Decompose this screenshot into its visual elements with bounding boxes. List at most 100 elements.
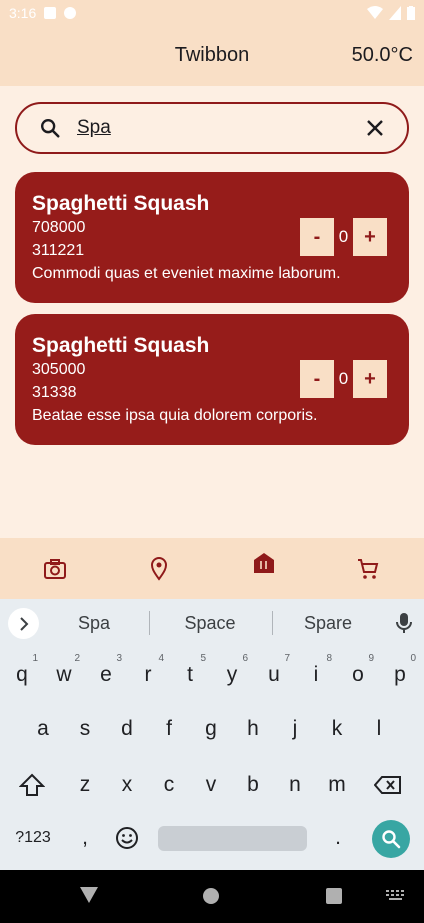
nav-restaurant[interactable] bbox=[249, 548, 279, 578]
product-card[interactable]: Spaghetti Squash 708000 311221 Commodi q… bbox=[15, 172, 409, 303]
suggestion-divider bbox=[272, 611, 273, 635]
nav-cart[interactable] bbox=[353, 554, 383, 584]
key-label: p bbox=[394, 663, 406, 686]
key-label: r bbox=[144, 663, 152, 686]
key-e[interactable]: e3 bbox=[88, 653, 124, 697]
key-d[interactable]: d bbox=[109, 707, 145, 751]
close-icon[interactable] bbox=[365, 118, 385, 138]
location-pin-icon bbox=[150, 557, 168, 581]
key-f[interactable]: f bbox=[151, 707, 187, 751]
key-u[interactable]: u7 bbox=[256, 653, 292, 697]
increment-button[interactable]: + bbox=[353, 218, 387, 256]
key-w[interactable]: w2 bbox=[46, 653, 82, 697]
temperature-readout: 50.0°C bbox=[351, 44, 413, 66]
key-g[interactable]: g bbox=[193, 707, 229, 751]
key-n[interactable]: n bbox=[277, 763, 313, 807]
product-title: Spaghetti Squash bbox=[32, 192, 210, 215]
suggestion[interactable]: Space bbox=[160, 613, 260, 634]
key-j[interactable]: j bbox=[277, 707, 313, 751]
signal-icon bbox=[389, 6, 401, 20]
key-label: t bbox=[187, 663, 193, 686]
key-hint: 9 bbox=[368, 653, 374, 664]
backspace-key[interactable] bbox=[370, 763, 406, 807]
key-hint: 4 bbox=[158, 653, 164, 664]
key-z[interactable]: z bbox=[67, 763, 103, 807]
key-m[interactable]: m bbox=[319, 763, 355, 807]
symbols-key[interactable]: ?123 bbox=[12, 816, 54, 860]
key-t[interactable]: t5 bbox=[172, 653, 208, 697]
nav-location[interactable] bbox=[144, 554, 174, 584]
period-key[interactable]: . bbox=[320, 816, 356, 860]
microphone-icon[interactable] bbox=[395, 612, 413, 634]
quantity-stepper: - 0 + bbox=[300, 218, 387, 256]
comma-key[interactable]: , bbox=[67, 816, 103, 860]
shift-icon bbox=[19, 773, 45, 796]
key-h[interactable]: h bbox=[235, 707, 271, 751]
key-hint: 6 bbox=[242, 653, 248, 664]
key-p[interactable]: p0 bbox=[382, 653, 418, 697]
chevron-right-icon bbox=[19, 616, 28, 631]
space-key[interactable] bbox=[158, 826, 307, 851]
key-label: q bbox=[16, 663, 28, 686]
suggestion[interactable]: Spare bbox=[278, 613, 378, 634]
suggestion-strip: Spa Space Spare bbox=[0, 599, 424, 647]
key-r[interactable]: r4 bbox=[130, 653, 166, 697]
key-a[interactable]: a bbox=[25, 707, 61, 751]
product-description: Commodi quas et eveniet maxime laborum. bbox=[32, 265, 341, 282]
search-bar[interactable] bbox=[15, 102, 409, 154]
expand-suggestions-button[interactable] bbox=[8, 608, 39, 639]
quantity-value: 0 bbox=[338, 369, 349, 388]
product-card[interactable]: Spaghetti Squash 305000 31338 Beatae ess… bbox=[15, 314, 409, 445]
search-icon bbox=[41, 119, 60, 138]
key-q[interactable]: q1 bbox=[4, 653, 40, 697]
search-input[interactable] bbox=[77, 117, 337, 139]
sd-card-icon bbox=[44, 7, 57, 19]
suggestion[interactable]: Spa bbox=[44, 613, 144, 634]
key-k[interactable]: k bbox=[319, 707, 355, 751]
product-description: Beatae esse ipsa quia dolorem corporis. bbox=[32, 407, 318, 424]
key-hint: 1 bbox=[32, 653, 38, 664]
key-hint: 2 bbox=[74, 653, 80, 664]
key-hint: 0 bbox=[410, 653, 416, 664]
back-icon[interactable] bbox=[80, 887, 98, 903]
key-s[interactable]: s bbox=[67, 707, 103, 751]
search-action-key[interactable] bbox=[372, 820, 410, 858]
decrement-button[interactable]: - bbox=[300, 218, 334, 256]
increment-button[interactable]: + bbox=[353, 360, 387, 398]
battery-icon bbox=[407, 6, 415, 20]
key-label: o bbox=[352, 663, 364, 686]
camera-icon bbox=[44, 559, 66, 579]
recents-icon[interactable] bbox=[326, 888, 342, 904]
key-hint: 5 bbox=[200, 653, 206, 664]
emoji-key[interactable] bbox=[109, 816, 145, 860]
key-x[interactable]: x bbox=[109, 763, 145, 807]
nav-camera[interactable] bbox=[40, 554, 70, 584]
keyboard-switch-icon[interactable] bbox=[386, 890, 406, 902]
key-b[interactable]: b bbox=[235, 763, 271, 807]
key-o[interactable]: o9 bbox=[340, 653, 376, 697]
search-icon bbox=[382, 830, 401, 849]
shift-key[interactable] bbox=[14, 763, 50, 807]
decrement-button[interactable]: - bbox=[300, 360, 334, 398]
emoji-icon bbox=[116, 827, 138, 849]
sync-icon bbox=[64, 7, 77, 19]
key-label: e bbox=[100, 663, 112, 686]
key-hint: 3 bbox=[116, 653, 122, 664]
key-hint: 8 bbox=[326, 653, 332, 664]
key-i[interactable]: i8 bbox=[298, 653, 334, 697]
product-title: Spaghetti Squash bbox=[32, 334, 210, 357]
key-c[interactable]: c bbox=[151, 763, 187, 807]
suggestion-divider bbox=[149, 611, 150, 635]
key-label: u bbox=[268, 663, 280, 686]
key-label: i bbox=[313, 663, 319, 686]
status-bar: 3:16 bbox=[0, 0, 424, 26]
key-v[interactable]: v bbox=[193, 763, 229, 807]
system-navigation-bar bbox=[0, 870, 424, 923]
quantity-stepper: - 0 + bbox=[300, 360, 387, 398]
key-hint: 7 bbox=[284, 653, 290, 664]
key-y[interactable]: y6 bbox=[214, 653, 250, 697]
home-icon[interactable] bbox=[203, 888, 219, 904]
key-l[interactable]: l bbox=[361, 707, 397, 751]
backspace-icon bbox=[374, 776, 401, 794]
cart-icon bbox=[358, 559, 379, 579]
